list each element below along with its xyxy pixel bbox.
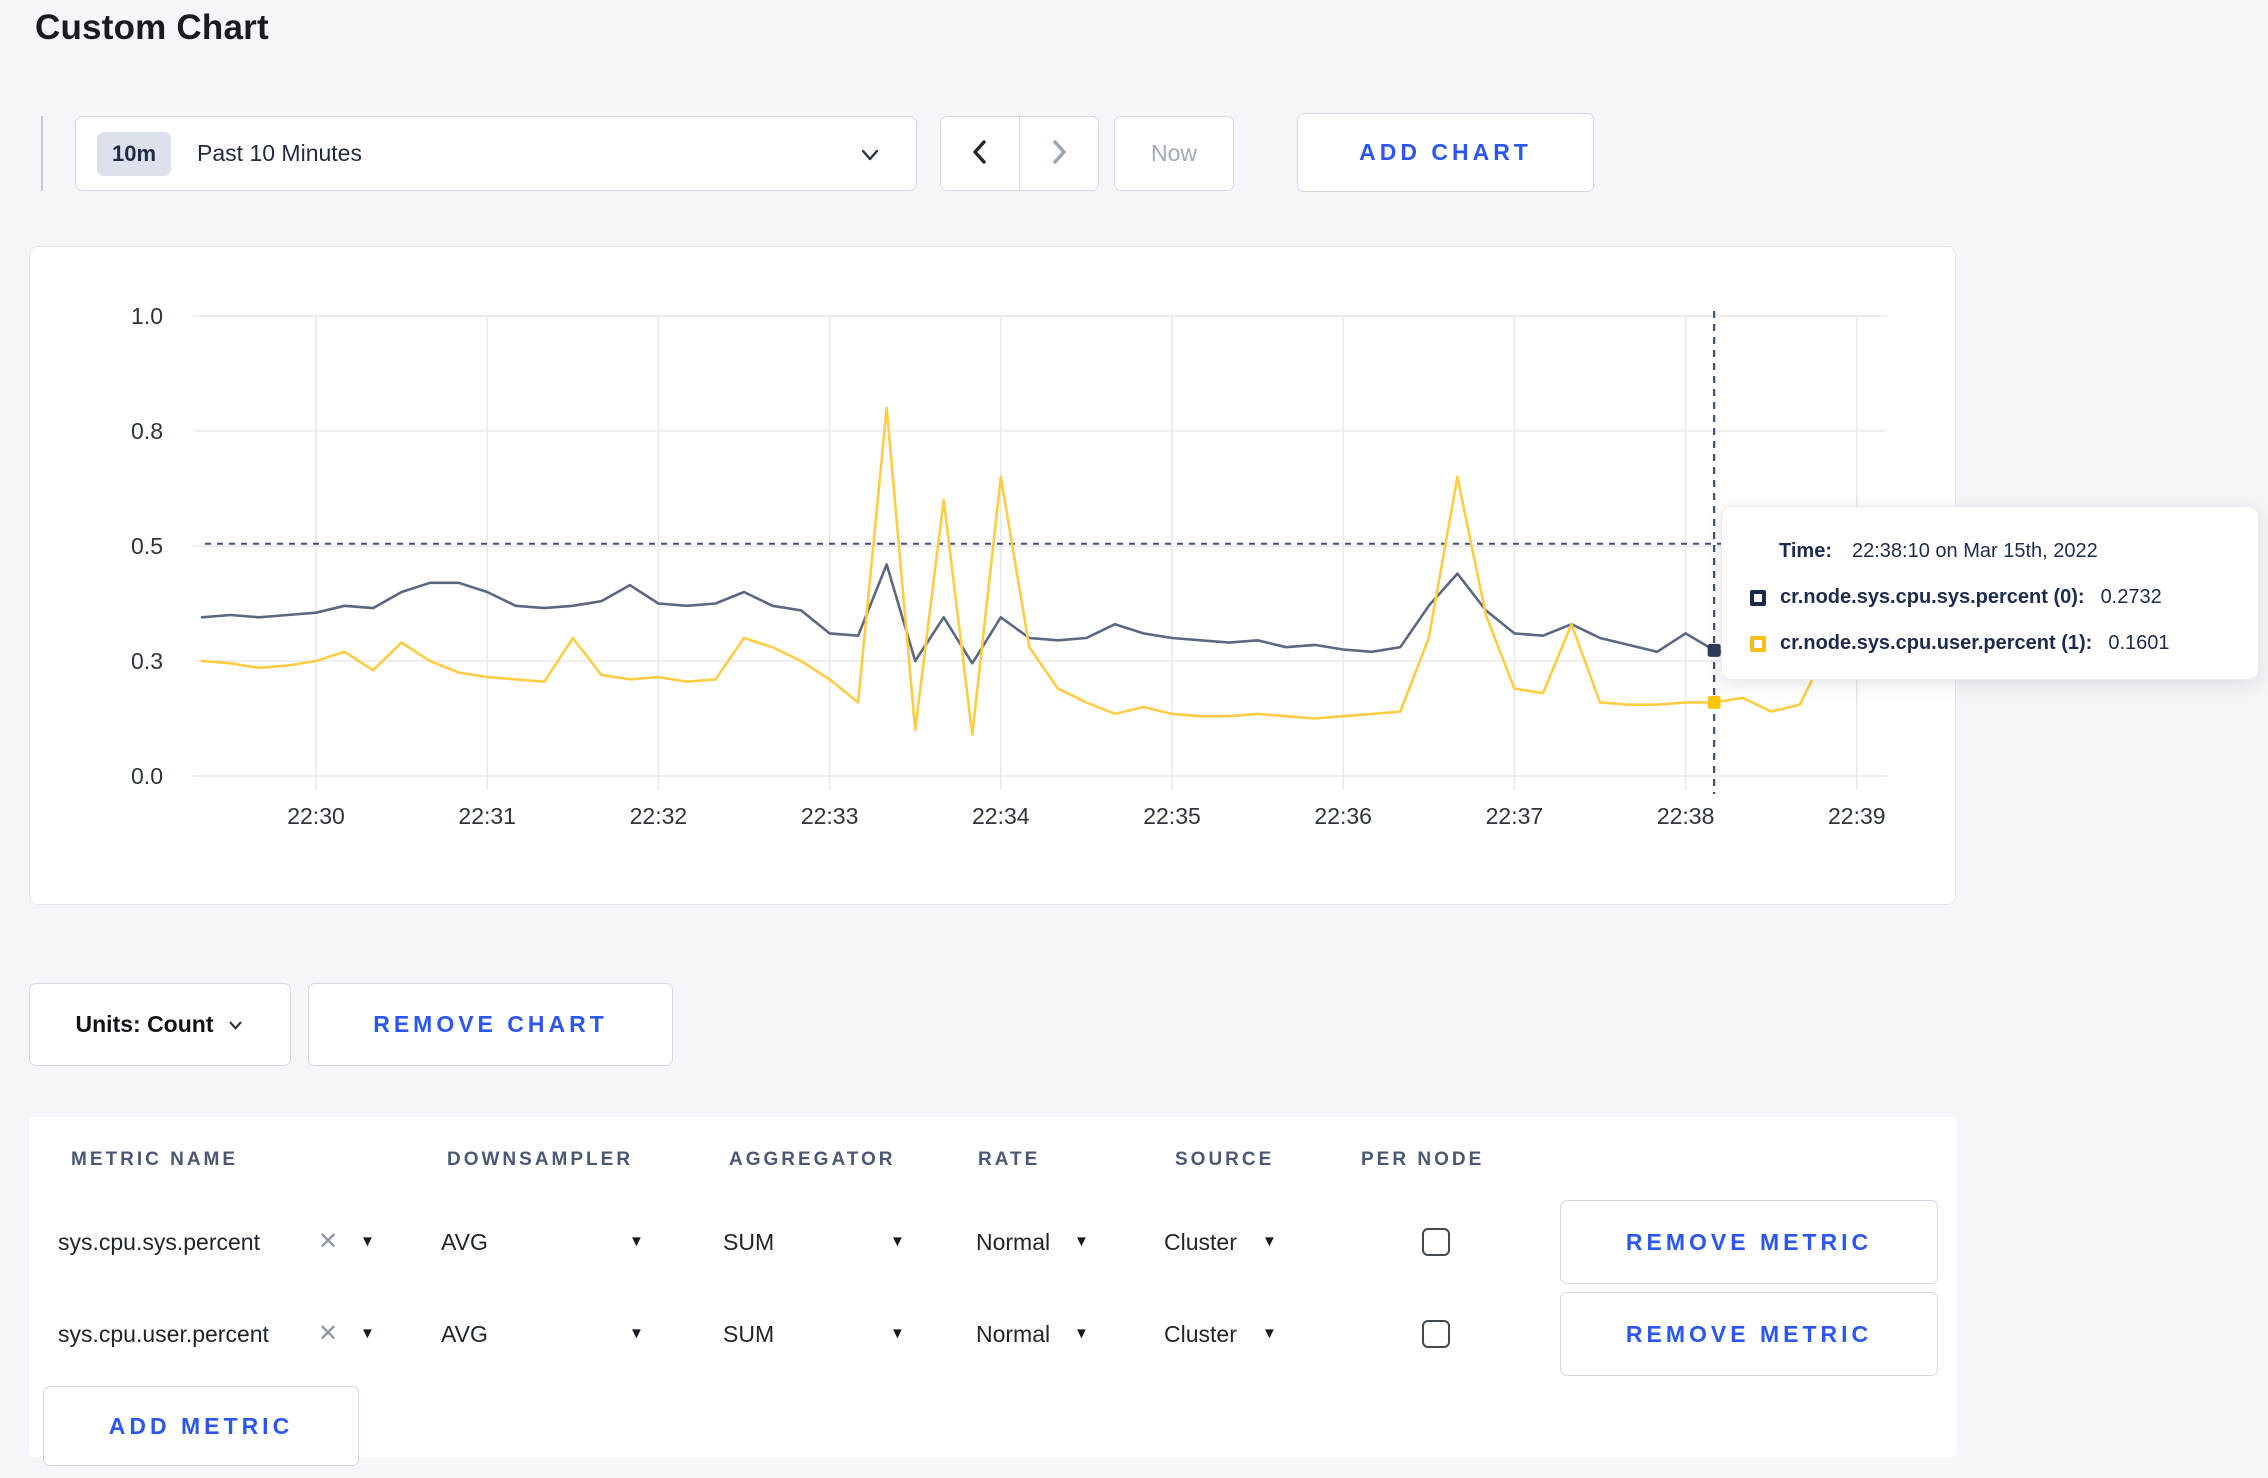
column-header-metric-name: METRIC NAME bbox=[71, 1149, 239, 1170]
column-header-downsampler: DOWNSAMPLER bbox=[447, 1149, 634, 1170]
caret-down-icon: ▼ bbox=[1074, 1233, 1089, 1250]
column-header-per-node: PER NODE bbox=[1361, 1149, 1485, 1170]
user-series-swatch-icon bbox=[1750, 635, 1766, 652]
svg-text:0.5: 0.5 bbox=[131, 533, 163, 559]
toolbar-divider bbox=[41, 116, 43, 191]
remove-metric-button[interactable]: REMOVE METRIC bbox=[1560, 1200, 1938, 1284]
add-chart-button[interactable]: ADD CHART bbox=[1297, 113, 1594, 192]
tooltip-time-label: Time: bbox=[1779, 540, 1832, 562]
units-label: Units: Count bbox=[75, 1011, 214, 1037]
prev-time-button[interactable] bbox=[941, 117, 1020, 190]
time-series-chart[interactable]: 0.0 0.3 0.5 0.8 1.0 22:30 22:31 22:32 22:33 22:34… bbox=[30, 247, 1955, 904]
source-select[interactable]: Cluster bbox=[1164, 1288, 1237, 1380]
chart-card: 0.0 0.3 0.5 0.8 1.0 22:30 22:31 22:32 22:33 22:34… bbox=[29, 246, 1956, 905]
aggregator-select[interactable]: SUM bbox=[723, 1288, 774, 1380]
caret-down-icon: ▼ bbox=[629, 1233, 644, 1250]
source-select[interactable]: Cluster bbox=[1164, 1196, 1237, 1288]
now-button[interactable]: Now bbox=[1114, 116, 1234, 191]
chevron-down-icon bbox=[227, 1013, 244, 1039]
svg-text:22:39: 22:39 bbox=[1828, 803, 1886, 829]
custom-chart-page: Custom Chart 10m Past 10 Minutes Now ADD… bbox=[0, 0, 2268, 1478]
time-range-select[interactable]: 10m Past 10 Minutes bbox=[75, 116, 917, 191]
svg-text:22:38: 22:38 bbox=[1657, 803, 1715, 829]
remove-chart-button[interactable]: REMOVE CHART bbox=[308, 983, 673, 1066]
svg-text:22:32: 22:32 bbox=[630, 803, 688, 829]
chart-tooltip: Time: 22:38:10 on Mar 15th, 2022 cr.node.… bbox=[1721, 506, 2259, 680]
caret-down-icon: ▼ bbox=[1262, 1325, 1277, 1342]
downsampler-select[interactable]: AVG bbox=[441, 1196, 488, 1288]
sys-series-swatch-icon bbox=[1750, 589, 1766, 606]
units-select[interactable]: Units: Count bbox=[29, 983, 291, 1066]
column-header-aggregator: AGGREGATOR bbox=[729, 1149, 896, 1170]
metrics-table-header: METRIC NAME DOWNSAMPLER AGGREGATOR RATE … bbox=[29, 1137, 1956, 1183]
caret-down-icon: ▼ bbox=[629, 1325, 644, 1342]
per-node-checkbox[interactable] bbox=[1422, 1228, 1450, 1256]
rate-select[interactable]: Normal bbox=[976, 1288, 1050, 1380]
chevron-left-icon bbox=[967, 137, 993, 170]
caret-down-icon: ▼ bbox=[1074, 1325, 1089, 1342]
svg-text:0.8: 0.8 bbox=[131, 418, 163, 444]
tooltip-time-value: 22:38:10 on Mar 15th, 2022 bbox=[1851, 540, 2098, 562]
tooltip-time-row: Time: 22:38:10 on Mar 15th, 2022 bbox=[1779, 540, 2098, 563]
svg-text:22:33: 22:33 bbox=[801, 803, 859, 829]
chevron-down-icon bbox=[858, 143, 882, 172]
svg-text:22:31: 22:31 bbox=[458, 803, 516, 829]
time-range-badge: 10m bbox=[97, 131, 172, 176]
downsampler-select[interactable]: AVG bbox=[441, 1288, 488, 1380]
page-title: Custom Chart bbox=[35, 8, 269, 47]
svg-text:22:30: 22:30 bbox=[287, 803, 345, 829]
tooltip-series-value: 0.2732 bbox=[2100, 586, 2162, 608]
chevron-right-icon bbox=[1046, 137, 1072, 170]
column-header-source: SOURCE bbox=[1175, 1149, 1275, 1170]
column-header-rate: RATE bbox=[978, 1149, 1041, 1170]
tooltip-series-label: cr.node.sys.cpu.sys.percent (0): bbox=[1780, 586, 2085, 608]
aggregator-select[interactable]: SUM bbox=[723, 1196, 774, 1288]
metric-row: sys.cpu.sys.percent ✕ ▼ AVG ▼ SUM ▼ Norm… bbox=[29, 1196, 1956, 1288]
metric-name-select[interactable]: sys.cpu.user.percent bbox=[58, 1288, 269, 1380]
add-metric-button[interactable]: ADD METRIC bbox=[43, 1386, 359, 1466]
caret-down-icon: ▼ bbox=[890, 1233, 905, 1250]
tooltip-series-row: cr.node.sys.cpu.user.percent (1): 0.1601 bbox=[1750, 632, 2170, 655]
caret-down-icon: ▼ bbox=[360, 1325, 375, 1342]
svg-text:0.3: 0.3 bbox=[131, 648, 163, 674]
svg-text:22:34: 22:34 bbox=[972, 803, 1030, 829]
svg-text:0.0: 0.0 bbox=[131, 763, 163, 789]
caret-down-icon: ▼ bbox=[1262, 1233, 1277, 1250]
time-step-buttons bbox=[940, 116, 1099, 191]
per-node-checkbox[interactable] bbox=[1422, 1320, 1450, 1348]
tooltip-series-value: 0.1601 bbox=[2108, 632, 2170, 654]
close-icon[interactable]: ✕ bbox=[318, 1196, 338, 1288]
rate-select[interactable]: Normal bbox=[976, 1196, 1050, 1288]
metric-row: sys.cpu.user.percent ✕ ▼ AVG ▼ SUM ▼ Nor… bbox=[29, 1288, 1956, 1380]
svg-text:22:36: 22:36 bbox=[1314, 803, 1372, 829]
tooltip-series-row: cr.node.sys.cpu.sys.percent (0): 0.2732 bbox=[1750, 586, 2162, 609]
svg-text:22:37: 22:37 bbox=[1486, 803, 1544, 829]
time-range-label: Past 10 Minutes bbox=[197, 140, 362, 166]
remove-metric-button[interactable]: REMOVE METRIC bbox=[1560, 1292, 1938, 1376]
close-icon[interactable]: ✕ bbox=[318, 1288, 338, 1380]
caret-down-icon: ▼ bbox=[360, 1233, 375, 1250]
caret-down-icon: ▼ bbox=[890, 1325, 905, 1342]
next-time-button[interactable] bbox=[1020, 117, 1098, 190]
svg-text:22:35: 22:35 bbox=[1143, 803, 1201, 829]
metric-name-select[interactable]: sys.cpu.sys.percent bbox=[58, 1196, 260, 1288]
tooltip-series-label: cr.node.sys.cpu.user.percent (1): bbox=[1780, 632, 2093, 654]
svg-text:1.0: 1.0 bbox=[131, 303, 163, 329]
